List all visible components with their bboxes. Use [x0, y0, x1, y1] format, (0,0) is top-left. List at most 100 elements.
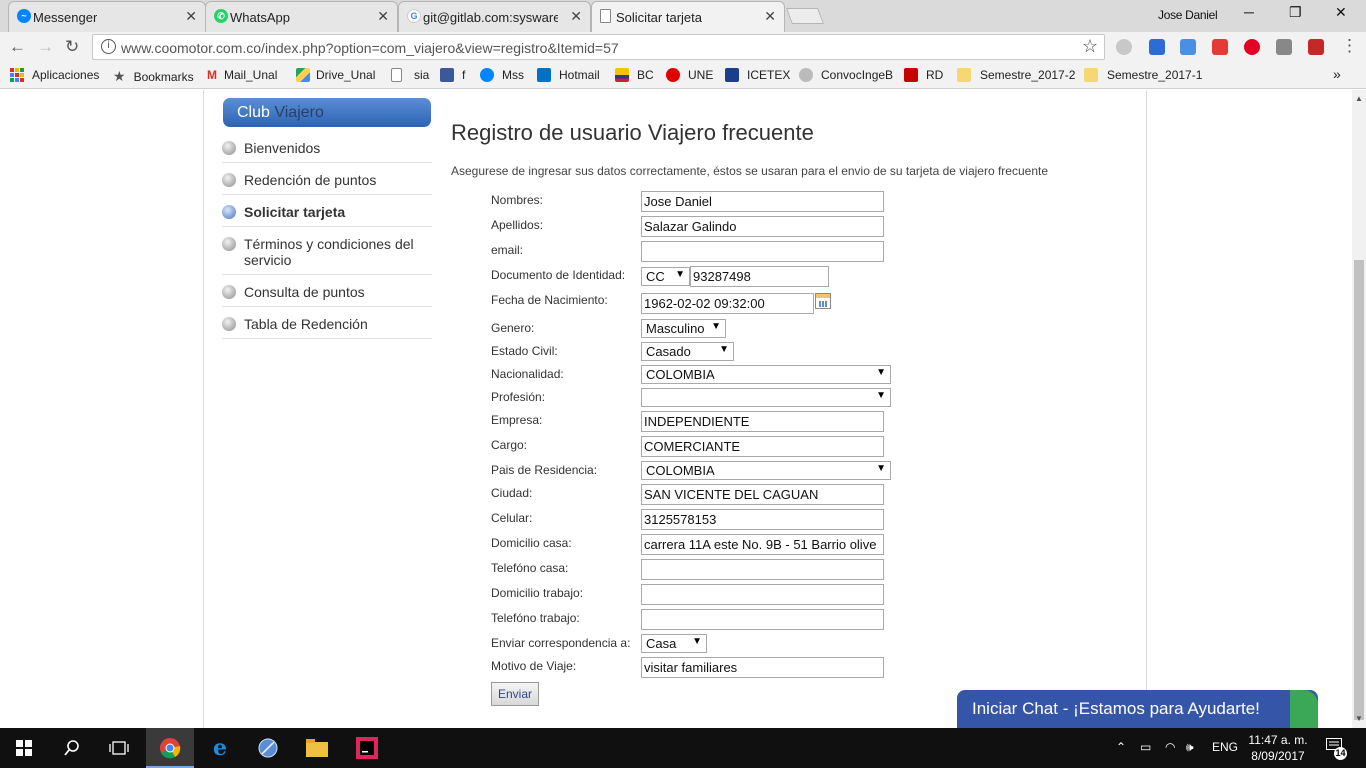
- file-explorer-icon[interactable]: [305, 736, 329, 760]
- email-input[interactable]: [641, 241, 884, 262]
- action-center-icon[interactable]: 14: [1324, 738, 1347, 760]
- url-text[interactable]: www.coomotor.com.co/index.php?option=com…: [121, 40, 619, 56]
- task-view-icon[interactable]: [107, 736, 131, 760]
- tab-messenger[interactable]: ~ Messenger ✕: [8, 1, 206, 32]
- bookmark-facebook[interactable]: f: [440, 68, 465, 82]
- nacionalidad-select[interactable]: COLOMBIA ▼: [641, 365, 891, 384]
- sidebar-item-bienvenidos[interactable]: Bienvenidos: [222, 140, 432, 163]
- page-scrollbar[interactable]: ▲ ▼: [1352, 90, 1366, 728]
- extension-icon[interactable]: [1308, 39, 1324, 55]
- bookmark-star-icon[interactable]: ☆: [1082, 36, 1098, 57]
- close-tab-icon[interactable]: ✕: [377, 8, 389, 25]
- edge-icon[interactable]: e: [208, 735, 232, 761]
- menu-icon[interactable]: ⋮: [1341, 36, 1358, 56]
- bookmark-drive-unal[interactable]: Drive_Unal: [296, 68, 375, 82]
- bookmark-convocingeb[interactable]: ConvocIngeB: [799, 68, 893, 82]
- more-bookmarks-icon[interactable]: »: [1333, 66, 1341, 82]
- volume-icon[interactable]: 🕪: [1186, 740, 1194, 755]
- bookmark-bc[interactable]: BC: [615, 68, 654, 82]
- pinterest-extension-icon[interactable]: [1244, 39, 1260, 55]
- bookmark-hotmail[interactable]: Hotmail: [537, 68, 600, 82]
- omnibox[interactable]: i www.coomotor.com.co/index.php?option=c…: [92, 34, 1105, 60]
- profesion-select[interactable]: ▼: [641, 388, 891, 407]
- telefono-trabajo-input[interactable]: [641, 609, 884, 630]
- reload-icon[interactable]: ↻: [65, 37, 79, 57]
- bookmark-sia[interactable]: sia: [391, 68, 429, 82]
- chat-button[interactable]: Iniciar Chat - ¡Estamos para Ayudarte!: [957, 690, 1318, 728]
- documento-input[interactable]: 93287498: [690, 266, 829, 287]
- dropdown-arrow-icon: ▼: [876, 463, 886, 474]
- enviar-button[interactable]: Enviar: [491, 682, 539, 706]
- clock-time: 11:47 a. m.: [1248, 733, 1308, 747]
- cloud-extension-icon[interactable]: [1116, 39, 1132, 55]
- close-tab-icon[interactable]: ✕: [185, 8, 197, 25]
- bookmark-bookmarks[interactable]: ★ Bookmarks: [113, 68, 194, 85]
- battery-icon[interactable]: ▭: [1140, 740, 1151, 754]
- forward-icon[interactable]: →: [37, 37, 54, 57]
- estado-civil-select[interactable]: Casado ▼: [641, 342, 734, 361]
- bookmark-rd[interactable]: RD: [904, 68, 943, 82]
- telefono-casa-input[interactable]: [641, 559, 884, 580]
- cargo-input[interactable]: COMERCIANTE: [641, 436, 884, 457]
- bookmark-semestre-2017-2[interactable]: Semestre_2017-2: [957, 68, 1075, 82]
- sidebar-item-terminos[interactable]: Términos y condiciones del servicio: [222, 236, 432, 275]
- bookmark-apps[interactable]: Aplicaciones: [10, 68, 99, 82]
- network-app-icon[interactable]: [256, 736, 280, 760]
- bookmark-une[interactable]: UNE: [666, 68, 713, 82]
- back-icon[interactable]: ←: [9, 37, 26, 57]
- celular-input[interactable]: 3125578153: [641, 509, 884, 530]
- sidebar-item-redencion[interactable]: Redención de puntos: [222, 172, 432, 195]
- select-value: COLOMBIA: [646, 367, 715, 382]
- page-intro: Asegurese de ingresar sus datos correcta…: [451, 164, 1049, 178]
- close-tab-icon[interactable]: ✕: [764, 8, 776, 25]
- bookmark-label: Hotmail: [559, 68, 600, 82]
- minimize-icon[interactable]: ─: [1244, 4, 1254, 20]
- sidebar-item-consulta[interactable]: Consulta de puntos: [222, 284, 432, 307]
- new-tab-button[interactable]: [786, 8, 824, 24]
- system-clock[interactable]: 11:47 a. m. 8/09/2017: [1247, 732, 1309, 764]
- bookmark-mss[interactable]: Mss: [480, 68, 524, 82]
- bookmark-icetex[interactable]: ICETEX: [725, 68, 790, 82]
- chrome-icon[interactable]: [158, 736, 182, 760]
- intellij-icon[interactable]: [355, 736, 379, 760]
- show-hidden-icons[interactable]: ⌃: [1116, 740, 1126, 754]
- bookmark-semestre-2017-1[interactable]: Semestre_2017-1: [1084, 68, 1202, 82]
- tab-gitlab[interactable]: G git@gitlab.com:sysware- ✕: [398, 1, 591, 32]
- correspondencia-select[interactable]: Casa ▼: [641, 634, 707, 653]
- domicilio-casa-input[interactable]: carrera 11A este No. 9B - 51 Barrio oliv…: [641, 534, 884, 555]
- documento-type-select[interactable]: CC ▼: [641, 267, 690, 286]
- extension-icon[interactable]: [1276, 39, 1292, 55]
- scroll-up-icon[interactable]: ▲: [1355, 94, 1363, 103]
- sidebar-item-tabla[interactable]: Tabla de Redención: [222, 316, 432, 339]
- sidebar-item-solicitar-tarjeta[interactable]: Solicitar tarjeta: [222, 204, 432, 227]
- fecha-input[interactable]: 1962-02-02 09:32:00: [641, 293, 814, 314]
- bookmark-label: sia: [414, 68, 430, 82]
- tab-whatsapp[interactable]: ✆ WhatsApp ✕: [205, 1, 398, 32]
- apellidos-input[interactable]: Salazar Galindo: [641, 216, 884, 237]
- close-window-icon[interactable]: ✕: [1335, 4, 1347, 21]
- language-indicator[interactable]: ENG: [1212, 740, 1238, 754]
- close-tab-icon[interactable]: ✕: [570, 8, 582, 25]
- tab-solicitar-tarjeta[interactable]: Solicitar tarjeta ✕: [591, 1, 785, 32]
- domicilio-trabajo-input[interactable]: [641, 584, 884, 605]
- motivo-input[interactable]: visitar familiares: [641, 657, 884, 678]
- estado-civil-label: Estado Civil:: [491, 344, 558, 358]
- translate-extension-icon[interactable]: [1180, 39, 1196, 55]
- ciudad-input[interactable]: SAN VICENTE DEL CAGUAN: [641, 484, 884, 505]
- scroll-thumb[interactable]: [1354, 260, 1364, 720]
- calendar-icon[interactable]: [815, 293, 831, 309]
- search-icon[interactable]: [60, 736, 84, 760]
- scroll-down-icon[interactable]: ▼: [1355, 714, 1363, 723]
- genero-select[interactable]: Masculino ▼: [641, 319, 726, 338]
- site-info-icon[interactable]: i: [101, 39, 116, 54]
- extension-icon[interactable]: [1212, 39, 1228, 55]
- wifi-icon[interactable]: ◠: [1165, 740, 1175, 754]
- profile-name[interactable]: Jose Daniel: [1158, 8, 1218, 22]
- nombres-input[interactable]: Jose Daniel: [641, 191, 884, 212]
- bookmark-mail-unal[interactable]: M Mail_Unal: [207, 68, 277, 82]
- empresa-input[interactable]: INDEPENDIENTE: [641, 411, 884, 432]
- windows-start-icon[interactable]: [12, 736, 36, 760]
- restore-icon[interactable]: ❐: [1289, 4, 1302, 21]
- extension-icon[interactable]: [1149, 39, 1165, 55]
- pais-residencia-select[interactable]: COLOMBIA ▼: [641, 461, 891, 480]
